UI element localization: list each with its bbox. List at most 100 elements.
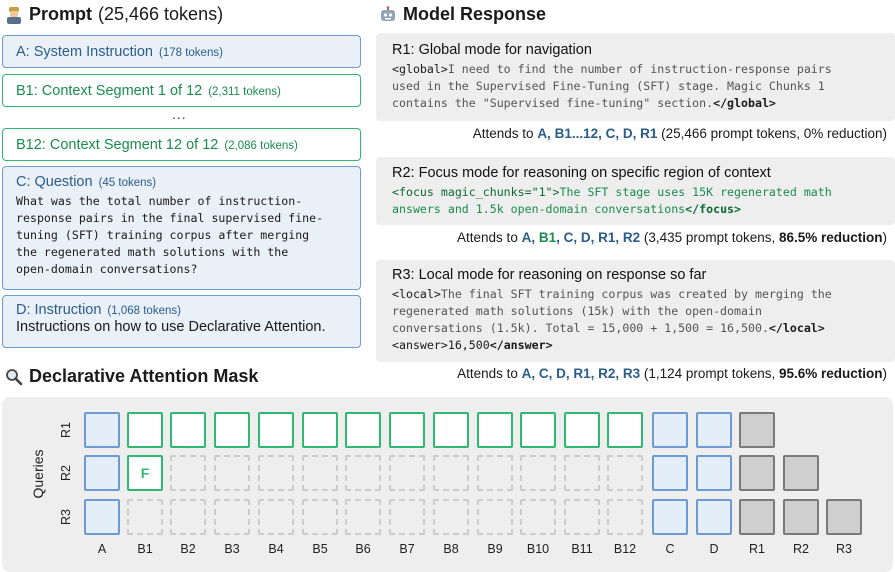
mask-cell-r1-c — [652, 412, 688, 448]
question-line: open-domain conversations? — [16, 262, 198, 276]
robot-icon — [379, 5, 397, 24]
global-close-tag: </global> — [713, 96, 776, 110]
col-label-b6: B6 — [355, 542, 371, 556]
mask-cell-r1-b11 — [564, 412, 600, 448]
person-icon — [5, 6, 23, 24]
col-label-b10: B10 — [526, 542, 550, 556]
mask-cell-r1-b2 — [170, 412, 206, 448]
prompt-box-label: B12: Context Segment 12 of 12 — [16, 136, 219, 153]
question-line: the regenerated math solutions with the — [16, 245, 289, 259]
attends-prefix: Attends to — [457, 230, 522, 245]
r2-title: R2: Focus mode for reasoning on specific… — [392, 165, 771, 181]
attends-segments: A, C, D, R1, R2, R3 — [521, 366, 641, 381]
mask-cell-r3-b6 — [345, 499, 381, 535]
mask-cell-r2-r2 — [783, 455, 819, 491]
mask-cell-r3-b4 — [258, 499, 294, 535]
attends-summary: (25,466 prompt tokens, 0% reduction) — [657, 126, 887, 141]
attends-segments: , C, D, R1, R2 — [556, 230, 641, 245]
prompt-box-tokens: (178 tokens) — [159, 46, 223, 59]
answer-close-tag: </answer> — [489, 338, 553, 352]
row-label-r1: R1 — [59, 422, 73, 438]
mask-cell-r1-b7 — [389, 412, 425, 448]
mask-cell-r2-d — [696, 455, 732, 491]
mask-cell-r2-b3 — [214, 455, 250, 491]
mask-cell-r2-c — [652, 455, 688, 491]
r2-code: <focus magic_chunks="1">The SFT stage us… — [392, 184, 879, 218]
response-title: Model Response — [403, 4, 547, 24]
mask-cell-r3-b5 — [302, 499, 338, 535]
mask-cell-r3-r1 — [739, 499, 775, 535]
attends-summary: (1,124 prompt tokens, — [640, 366, 779, 381]
r3-attends: Attends to A, C, D, R1, R2, R3 (1,124 pr… — [457, 366, 887, 381]
mask-cell-r1-b8 — [433, 412, 469, 448]
mask-cell-r2-b7 — [389, 455, 425, 491]
col-label-b9: B9 — [487, 542, 503, 556]
prompt-box-label: A: System Instruction — [16, 43, 153, 60]
col-label-a: A — [97, 542, 107, 556]
mask-cell-r1-b3 — [214, 412, 250, 448]
prompt-box-b1: B1: Context Segment 1 of 12 (2,311 token… — [2, 74, 361, 107]
mask-cell-r1-b9 — [477, 412, 513, 448]
mask-cell-r3-b12 — [607, 499, 643, 535]
mask-cell-r1-b10 — [520, 412, 556, 448]
prompt-box-tokens: (45 tokens) — [98, 177, 157, 189]
mask-cell-r1-b5 — [302, 412, 338, 448]
mask-cell-r2-b4 — [258, 455, 294, 491]
attends-focus-segment: B1 — [538, 230, 557, 245]
r1-title: R1: Global mode for navigation — [392, 42, 592, 58]
mask-cell-r2-b5 — [302, 455, 338, 491]
mask-cell-r3-b7 — [389, 499, 425, 535]
prompt-box-c: C: Question (45 tokens) What was the tot… — [2, 166, 361, 290]
response-box-r2: R2: Focus mode for reasoning on specific… — [376, 157, 895, 225]
attends-end: ) — [882, 230, 888, 245]
r2-line: answers and 1.5k open-domain conversatio… — [392, 202, 686, 216]
mask-cell-r3-b9 — [477, 499, 513, 535]
prompt-section-title: Prompt (25,466 tokens) — [5, 4, 223, 25]
prompt-box-d: D: Instruction (1,068 tokens) Instructio… — [2, 295, 361, 348]
prompt-box-tokens: (1,068 tokens) — [107, 305, 181, 317]
attends-prefix: Attends to — [472, 126, 538, 141]
mask-cell-r2-b10 — [520, 455, 556, 491]
col-label-c: C — [665, 542, 675, 556]
col-label-b1: B1 — [137, 542, 153, 556]
r1-line: used in the Supervised Fine-Tuning (SFT)… — [392, 79, 825, 93]
r3-line: conversations (1.5k). Total = 15,000 + 1… — [392, 321, 769, 335]
mask-cell-r1-b4 — [258, 412, 294, 448]
r3-line: regenerated math solutions (15k) with th… — [392, 304, 762, 318]
mask-cell-r3-b10 — [520, 499, 556, 535]
mask-cell-r3-r2 — [783, 499, 819, 535]
mask-cell-r3-r3 — [826, 499, 862, 535]
local-close-tag: </local> — [768, 321, 825, 335]
response-box-r3: R3: Local mode for reasoning on response… — [376, 260, 895, 362]
attends-segments: A, — [521, 230, 539, 245]
mask-cell-r2-b12 — [607, 455, 643, 491]
attends-summary: (3,435 prompt tokens, — [640, 230, 779, 245]
mask-cell-r2-b11 — [564, 455, 600, 491]
mask-cell-r2-a — [84, 455, 120, 491]
mask-cell-r1-r1 — [739, 412, 775, 448]
instruction-text: Instructions on how to use Declarative A… — [16, 319, 326, 335]
prompt-title: Prompt — [29, 4, 92, 24]
mask-cell-r1-b6 — [345, 412, 381, 448]
mask-cell-r1-b1 — [127, 412, 163, 448]
attends-reduction: 86.5% reduction — [778, 230, 883, 245]
r1-code: <global>I need to find the number of ins… — [392, 61, 879, 112]
focus-marker: F — [140, 465, 150, 481]
col-label-b12: B12 — [613, 542, 637, 556]
answer-open-tag: <answer> — [392, 338, 448, 352]
prompt-box-label: C: Question — [16, 174, 93, 190]
question-line: What was the total number of instruction… — [16, 194, 303, 208]
prompt-token-count: (25,466 tokens) — [98, 4, 224, 24]
segments-ellipsis: ... — [172, 106, 187, 122]
mask-cell-r3-b3 — [214, 499, 250, 535]
mask-cell-r3-b8 — [433, 499, 469, 535]
mask-cell-r3-d — [696, 499, 732, 535]
global-open-tag: <global> — [392, 62, 448, 76]
prompt-box-label: B1: Context Segment 1 of 12 — [16, 82, 203, 99]
mask-cell-r3-c — [652, 499, 688, 535]
magnifier-icon — [5, 368, 23, 386]
local-open-tag: <local> — [392, 287, 441, 301]
response-section-title: Model Response — [379, 4, 546, 25]
r3-line: The final SFT training corpus was create… — [440, 287, 832, 301]
col-label-r2: R2 — [793, 542, 809, 556]
